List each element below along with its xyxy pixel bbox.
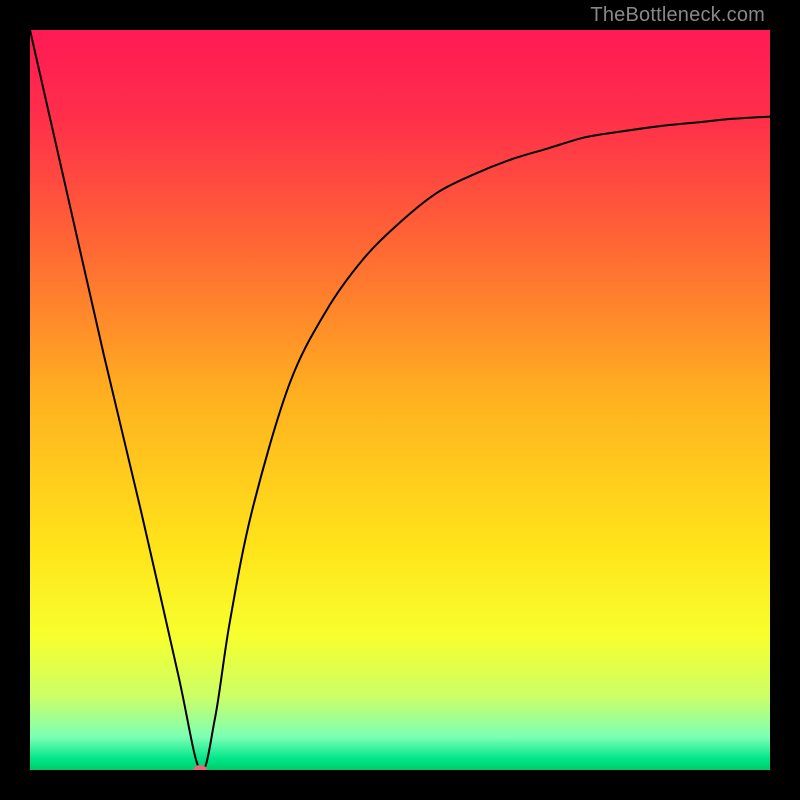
curve-layer	[30, 30, 770, 770]
chart-frame: TheBottleneck.com	[0, 0, 800, 800]
bottleneck-curve	[30, 30, 770, 770]
plot-area	[30, 30, 770, 770]
watermark-label: TheBottleneck.com	[590, 4, 765, 27]
